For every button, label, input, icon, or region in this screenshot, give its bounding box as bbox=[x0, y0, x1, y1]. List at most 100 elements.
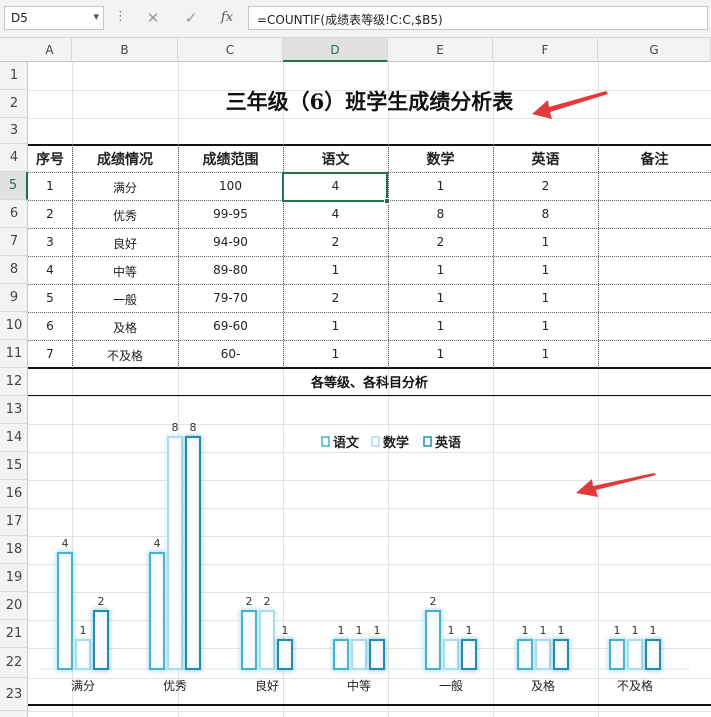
row-header-8[interactable]: 8 bbox=[0, 256, 28, 284]
table-cell[interactable]: 5 bbox=[28, 291, 72, 305]
cancel-icon[interactable]: ✕ bbox=[142, 7, 164, 29]
row-header-5[interactable]: 5 bbox=[0, 172, 28, 200]
table-cell[interactable]: 1 bbox=[493, 347, 598, 361]
name-box[interactable]: D5 ▾ bbox=[4, 6, 104, 30]
table-cell[interactable]: 94-90 bbox=[178, 235, 283, 249]
table-cell[interactable]: 优秀 bbox=[72, 207, 178, 224]
row-header-2[interactable]: 2 bbox=[0, 90, 28, 118]
table-border bbox=[28, 395, 711, 396]
table-cell[interactable]: 1 bbox=[388, 347, 493, 361]
table-cell[interactable]: 8 bbox=[493, 207, 598, 221]
table-cell[interactable]: 满分 bbox=[72, 179, 178, 196]
annotation-arrow-title bbox=[532, 91, 608, 119]
row-header-12[interactable]: 12 bbox=[0, 368, 28, 396]
row-header-13[interactable]: 13 bbox=[0, 396, 28, 424]
table-cell[interactable]: 89-80 bbox=[178, 263, 283, 277]
column-header-b[interactable]: B bbox=[72, 38, 178, 62]
table-cell[interactable]: 1 bbox=[388, 291, 493, 305]
table-cell[interactable]: 6 bbox=[28, 319, 72, 333]
row-header-9[interactable]: 9 bbox=[0, 284, 28, 312]
table-cell[interactable]: 良好 bbox=[72, 235, 178, 252]
row-header-10[interactable]: 10 bbox=[0, 312, 28, 340]
column-header-e[interactable]: E bbox=[388, 38, 493, 62]
table-header-cell[interactable]: 语文 bbox=[283, 149, 388, 169]
table-cell[interactable]: 4 bbox=[283, 207, 388, 221]
table-cell[interactable]: 2 bbox=[493, 179, 598, 193]
row-header-7[interactable]: 7 bbox=[0, 228, 28, 256]
row-header-3[interactable]: 3 bbox=[0, 118, 28, 144]
chevron-down-icon[interactable]: ▾ bbox=[93, 10, 99, 23]
table-cell[interactable]: 99-95 bbox=[178, 207, 283, 221]
table-cell[interactable]: 79-70 bbox=[178, 291, 283, 305]
annotation-arrow-chart bbox=[576, 473, 656, 497]
table-header-cell[interactable]: 序号 bbox=[28, 149, 72, 169]
table-cell[interactable]: 1 bbox=[283, 263, 388, 277]
enter-icon[interactable]: ✓ bbox=[180, 7, 202, 29]
table-header-cell[interactable]: 英语 bbox=[493, 149, 598, 169]
row-header-17[interactable]: 17 bbox=[0, 508, 28, 536]
row-header-1[interactable]: 1 bbox=[0, 62, 28, 90]
table-border bbox=[493, 144, 494, 368]
table-cell[interactable]: 2 bbox=[28, 207, 72, 221]
table-header-cell[interactable]: 数学 bbox=[388, 149, 493, 169]
table-cell[interactable]: 1 bbox=[283, 347, 388, 361]
row-header-14[interactable]: 14 bbox=[0, 424, 28, 452]
column-header-f[interactable]: F bbox=[493, 38, 598, 62]
row-header-4[interactable]: 4 bbox=[0, 144, 28, 172]
table-cell[interactable]: 1 bbox=[493, 235, 598, 249]
table-cell[interactable]: 2 bbox=[388, 235, 493, 249]
table-cell[interactable]: 1 bbox=[388, 179, 493, 193]
column-header-c[interactable]: C bbox=[178, 38, 283, 62]
table-border bbox=[388, 144, 389, 368]
table-border bbox=[28, 144, 711, 146]
row-header-23[interactable]: 23 bbox=[0, 678, 28, 711]
formula-input[interactable]: =COUNTIF(成绩表等级!C:C,$B5) bbox=[248, 6, 708, 30]
table-border bbox=[28, 228, 711, 229]
row-header-20[interactable]: 20 bbox=[0, 592, 28, 620]
row-header-18[interactable]: 18 bbox=[0, 536, 28, 564]
table-header-cell[interactable]: 备注 bbox=[598, 149, 711, 169]
row-header-19[interactable]: 19 bbox=[0, 564, 28, 592]
table-border bbox=[28, 340, 711, 341]
gridline bbox=[28, 396, 711, 397]
table-cell[interactable]: 4 bbox=[28, 263, 72, 277]
table-cell[interactable]: 1 bbox=[283, 319, 388, 333]
table-header-cell[interactable]: 成绩情况 bbox=[72, 149, 178, 169]
table-border bbox=[598, 144, 599, 368]
table-cell[interactable]: 2 bbox=[283, 235, 388, 249]
row-header-11[interactable]: 11 bbox=[0, 340, 28, 368]
insert-function-icon[interactable]: fx bbox=[216, 7, 238, 29]
table-cell[interactable]: 1 bbox=[493, 263, 598, 277]
table-cell[interactable]: 60- bbox=[178, 347, 283, 361]
table-cell[interactable]: 1 bbox=[388, 319, 493, 333]
table-border bbox=[28, 256, 711, 257]
column-header-g[interactable]: G bbox=[598, 38, 711, 62]
table-cell[interactable]: 1 bbox=[28, 179, 72, 193]
fill-handle[interactable] bbox=[384, 198, 390, 204]
column-header-a[interactable]: A bbox=[28, 38, 72, 62]
row-header-15[interactable]: 15 bbox=[0, 452, 28, 480]
table-cell[interactable]: 一般 bbox=[72, 291, 178, 308]
column-header-d[interactable]: D bbox=[283, 38, 388, 62]
row-header-16[interactable]: 16 bbox=[0, 480, 28, 508]
row-header-22[interactable]: 22 bbox=[0, 648, 28, 678]
table-cell[interactable]: 1 bbox=[493, 319, 598, 333]
table-cell[interactable]: 1 bbox=[388, 263, 493, 277]
table-cell[interactable]: 1 bbox=[493, 291, 598, 305]
table-cell[interactable]: 7 bbox=[28, 347, 72, 361]
table-cell[interactable]: 100 bbox=[178, 179, 283, 193]
table-header-cell[interactable]: 成绩范围 bbox=[178, 149, 283, 169]
table-cell[interactable]: 3 bbox=[28, 235, 72, 249]
table-cell[interactable]: 8 bbox=[388, 207, 493, 221]
table-cell[interactable]: 不及格 bbox=[72, 347, 178, 364]
row-header-6[interactable]: 6 bbox=[0, 200, 28, 228]
column-headers: ABCDEFG bbox=[0, 38, 711, 62]
table-cell[interactable]: 2 bbox=[283, 291, 388, 305]
selected-cell[interactable] bbox=[282, 172, 390, 204]
row-header-21[interactable]: 21 bbox=[0, 620, 28, 648]
table-cell[interactable]: 及格 bbox=[72, 319, 178, 336]
gridline bbox=[28, 592, 711, 593]
section-title[interactable]: 各等级、各科目分析 bbox=[28, 372, 711, 391]
table-cell[interactable]: 中等 bbox=[72, 263, 178, 280]
table-cell[interactable]: 69-60 bbox=[178, 319, 283, 333]
